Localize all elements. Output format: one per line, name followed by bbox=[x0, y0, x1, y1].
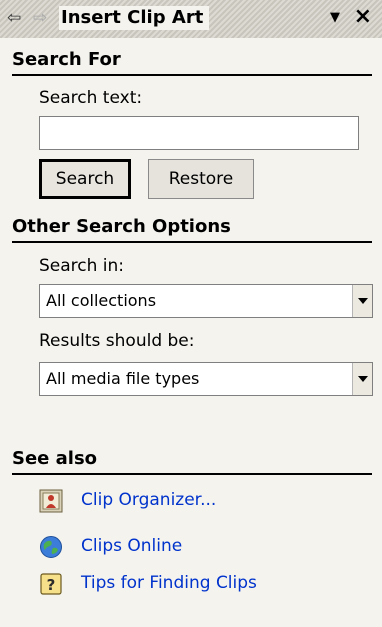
search-for-heading: Search For bbox=[12, 49, 121, 70]
section-divider bbox=[12, 74, 372, 76]
search-in-value: All collections bbox=[46, 291, 157, 310]
search-button[interactable]: Search bbox=[39, 159, 131, 199]
svg-text:?: ? bbox=[47, 576, 56, 594]
close-icon[interactable]: × bbox=[354, 4, 372, 30]
globe-icon bbox=[40, 536, 62, 558]
section-divider bbox=[12, 473, 372, 475]
clips-online-link-label[interactable]: Clips Online bbox=[81, 535, 182, 557]
results-should-be-value: All media file types bbox=[46, 369, 200, 388]
see-also-heading: See also bbox=[12, 448, 98, 469]
restore-button[interactable]: Restore bbox=[148, 159, 254, 199]
chevron-down-icon[interactable] bbox=[352, 363, 372, 395]
back-arrow-icon[interactable]: ⇦ bbox=[7, 8, 21, 28]
clip-organizer-icon bbox=[39, 489, 63, 513]
tips-for-finding-clips-link-label[interactable]: Tips for Finding Clips bbox=[81, 572, 257, 594]
chevron-down-icon[interactable] bbox=[352, 285, 372, 317]
clip-organizer-link-label[interactable]: Clip Organizer... bbox=[81, 489, 216, 511]
search-in-label: Search in: bbox=[39, 256, 125, 276]
task-pane-title-bar: ⇦ ⇨ Insert Clip Art ▼ × bbox=[0, 0, 382, 38]
pane-title: Insert Clip Art bbox=[59, 6, 210, 30]
search-text-input[interactable] bbox=[39, 116, 359, 150]
section-divider bbox=[12, 241, 372, 243]
results-should-be-select[interactable]: All media file types bbox=[39, 362, 373, 396]
forward-arrow-icon[interactable]: ⇨ bbox=[33, 8, 47, 28]
search-in-select[interactable]: All collections bbox=[39, 284, 373, 318]
results-should-be-label: Results should be: bbox=[39, 331, 195, 351]
help-icon: ? bbox=[40, 573, 62, 595]
search-text-label: Search text: bbox=[39, 88, 143, 108]
pane-menu-dropdown-icon[interactable]: ▼ bbox=[330, 8, 340, 28]
other-search-options-heading: Other Search Options bbox=[12, 216, 231, 237]
